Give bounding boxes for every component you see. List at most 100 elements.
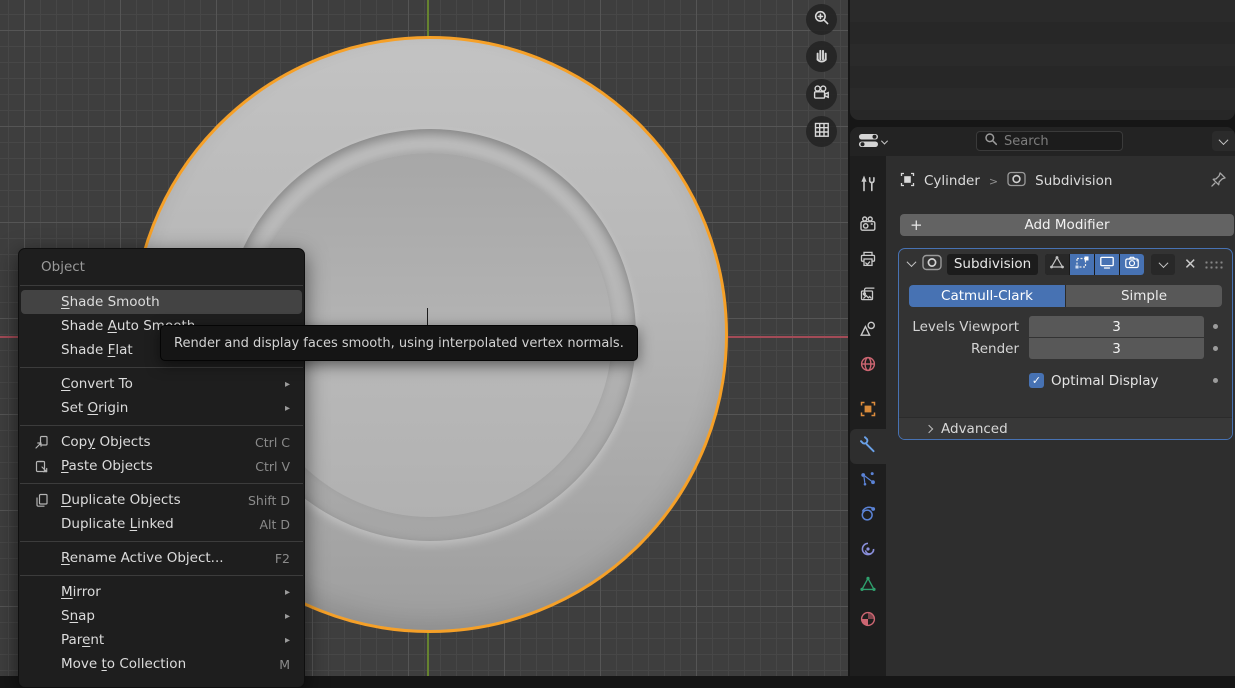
view-layer-icon bbox=[859, 285, 877, 307]
object-icon bbox=[900, 172, 915, 191]
animate-dot[interactable] bbox=[1213, 346, 1218, 351]
menu-item-rename-active-object[interactable]: Rename Active Object...F2 bbox=[21, 546, 302, 570]
chevron-down-icon bbox=[1219, 135, 1229, 145]
menu-item-label: Duplicate Linked bbox=[61, 516, 259, 532]
tab-object[interactable] bbox=[850, 393, 886, 428]
menu-item-label: Paste Objects bbox=[61, 458, 255, 474]
tab-view-layer[interactable] bbox=[850, 278, 886, 313]
camera-view-gizmo[interactable] bbox=[806, 79, 837, 110]
modifier-name-field[interactable]: Subdivision bbox=[947, 254, 1038, 275]
properties-editor-icon bbox=[858, 133, 879, 152]
pin-icon[interactable] bbox=[1210, 171, 1227, 192]
breadcrumb-modifier[interactable]: Subdivision bbox=[1035, 173, 1112, 189]
plus-icon: + bbox=[910, 216, 923, 234]
realtime-display-toggle-icon bbox=[1099, 255, 1115, 274]
menu-item-move-to-collection[interactable]: Move to CollectionM bbox=[21, 652, 302, 676]
menu-item-shortcut: Ctrl C bbox=[255, 435, 290, 450]
tab-particles[interactable] bbox=[850, 463, 886, 498]
search-input[interactable]: Search bbox=[976, 131, 1123, 151]
copy-icon bbox=[21, 435, 61, 450]
output-icon bbox=[859, 250, 877, 272]
menu-item-label: Snap bbox=[61, 608, 285, 624]
modifier-display-toggles bbox=[1045, 254, 1144, 275]
edit-mode-display-toggle[interactable] bbox=[1070, 254, 1094, 275]
modifier-panel-header: Subdivision ✕ bbox=[899, 249, 1232, 279]
menu-item-label: Convert To bbox=[61, 376, 285, 392]
menu-item-label: Mirror bbox=[61, 584, 285, 600]
physics-icon bbox=[859, 505, 877, 527]
tab-render[interactable] bbox=[850, 208, 886, 243]
menu-item-copy-objects[interactable]: Copy ObjectsCtrl C bbox=[21, 430, 302, 454]
chevron-down-icon bbox=[881, 138, 888, 145]
advanced-section-header[interactable]: Advanced bbox=[899, 417, 1232, 439]
pan-gizmo[interactable] bbox=[806, 41, 837, 72]
menu-item-label: Shade Smooth bbox=[61, 294, 290, 310]
close-icon[interactable]: ✕ bbox=[1184, 255, 1197, 273]
world-icon bbox=[859, 355, 877, 377]
tab-tool[interactable] bbox=[850, 168, 886, 203]
submenu-arrow-icon: ▸ bbox=[285, 379, 290, 390]
add-modifier-label: Add Modifier bbox=[1024, 217, 1109, 233]
particles-icon bbox=[859, 470, 877, 492]
menu-item-parent[interactable]: Parent▸ bbox=[21, 628, 302, 652]
breadcrumb-object[interactable]: Cylinder bbox=[924, 173, 980, 189]
add-modifier-button[interactable]: + Add Modifier bbox=[900, 214, 1234, 236]
tab-world[interactable] bbox=[850, 348, 886, 383]
menu-item-mirror[interactable]: Mirror▸ bbox=[21, 580, 302, 604]
advanced-label: Advanced bbox=[941, 421, 1008, 437]
properties-editor: Search Cylinder > Subdivision + Add Modi… bbox=[850, 127, 1235, 676]
animate-dot[interactable] bbox=[1213, 378, 1218, 383]
modifier-extras-button[interactable] bbox=[1151, 254, 1175, 275]
render-levels-field[interactable]: 3 bbox=[1029, 338, 1204, 359]
menu-item-snap[interactable]: Snap▸ bbox=[21, 604, 302, 628]
constraints-icon bbox=[859, 540, 877, 562]
submenu-arrow-icon: ▸ bbox=[285, 635, 290, 646]
edit-mode-cage-toggle[interactable] bbox=[1045, 254, 1069, 275]
tab-material[interactable] bbox=[850, 603, 886, 638]
menu-item-shade-smooth[interactable]: Shade Smooth bbox=[21, 290, 302, 314]
tab-physics[interactable] bbox=[850, 498, 886, 533]
object-context-menu: Object Shade SmoothShade Auto SmoothShad… bbox=[18, 248, 305, 688]
context-menu-title: Object bbox=[19, 254, 304, 280]
panel-expand-icon[interactable] bbox=[907, 257, 917, 267]
animate-dot[interactable] bbox=[1213, 324, 1218, 329]
menu-item-convert-to[interactable]: Convert To▸ bbox=[21, 372, 302, 396]
menu-item-set-origin[interactable]: Set Origin▸ bbox=[21, 396, 302, 420]
realtime-display-toggle[interactable] bbox=[1095, 254, 1119, 275]
editor-type-button[interactable] bbox=[858, 133, 887, 152]
ortho-grid-gizmo[interactable] bbox=[806, 116, 837, 147]
submenu-arrow-icon: ▸ bbox=[285, 403, 290, 414]
render-levels-label: Render bbox=[899, 341, 1029, 357]
zoom-gizmo[interactable] bbox=[806, 4, 837, 35]
tab-output[interactable] bbox=[850, 243, 886, 278]
grid-icon bbox=[813, 121, 831, 143]
tab-constraints[interactable] bbox=[850, 533, 886, 568]
hand-icon bbox=[813, 46, 831, 68]
chevron-down-icon bbox=[1158, 258, 1168, 268]
menu-item-shortcut: M bbox=[279, 657, 290, 672]
breadcrumb: Cylinder > Subdivision bbox=[900, 166, 1227, 196]
levels-viewport-field[interactable]: 3 bbox=[1029, 316, 1204, 337]
menu-item-duplicate-objects[interactable]: Duplicate ObjectsShift D bbox=[21, 488, 302, 512]
tab-scene[interactable] bbox=[850, 313, 886, 348]
edit-mode-cage-toggle-icon bbox=[1049, 255, 1065, 274]
header-options-button[interactable] bbox=[1212, 131, 1235, 151]
properties-tab-strip bbox=[850, 156, 886, 676]
drag-handle-icon[interactable] bbox=[1204, 260, 1223, 269]
tab-modifiers[interactable] bbox=[850, 429, 886, 464]
menu-item-duplicate-linked[interactable]: Duplicate LinkedAlt D bbox=[21, 512, 302, 536]
render-display-toggle[interactable] bbox=[1120, 254, 1144, 275]
material-icon bbox=[859, 610, 877, 632]
render-display-toggle-icon bbox=[1124, 255, 1140, 274]
object-data-icon bbox=[859, 575, 877, 597]
simple-button[interactable]: Simple bbox=[1066, 285, 1222, 307]
menu-item-paste-objects[interactable]: Paste ObjectsCtrl V bbox=[21, 454, 302, 478]
scene-icon bbox=[859, 320, 877, 342]
outliner-editor[interactable] bbox=[850, 0, 1235, 120]
menu-item-shortcut: Alt D bbox=[259, 517, 290, 532]
optimal-display-checkbox[interactable]: ✓ bbox=[1029, 373, 1044, 388]
tab-object-data[interactable] bbox=[850, 568, 886, 603]
menu-item-shortcut: Shift D bbox=[248, 493, 290, 508]
menu-item-label: Copy Objects bbox=[61, 434, 255, 450]
catmull-clark-button[interactable]: Catmull-Clark bbox=[909, 285, 1065, 307]
